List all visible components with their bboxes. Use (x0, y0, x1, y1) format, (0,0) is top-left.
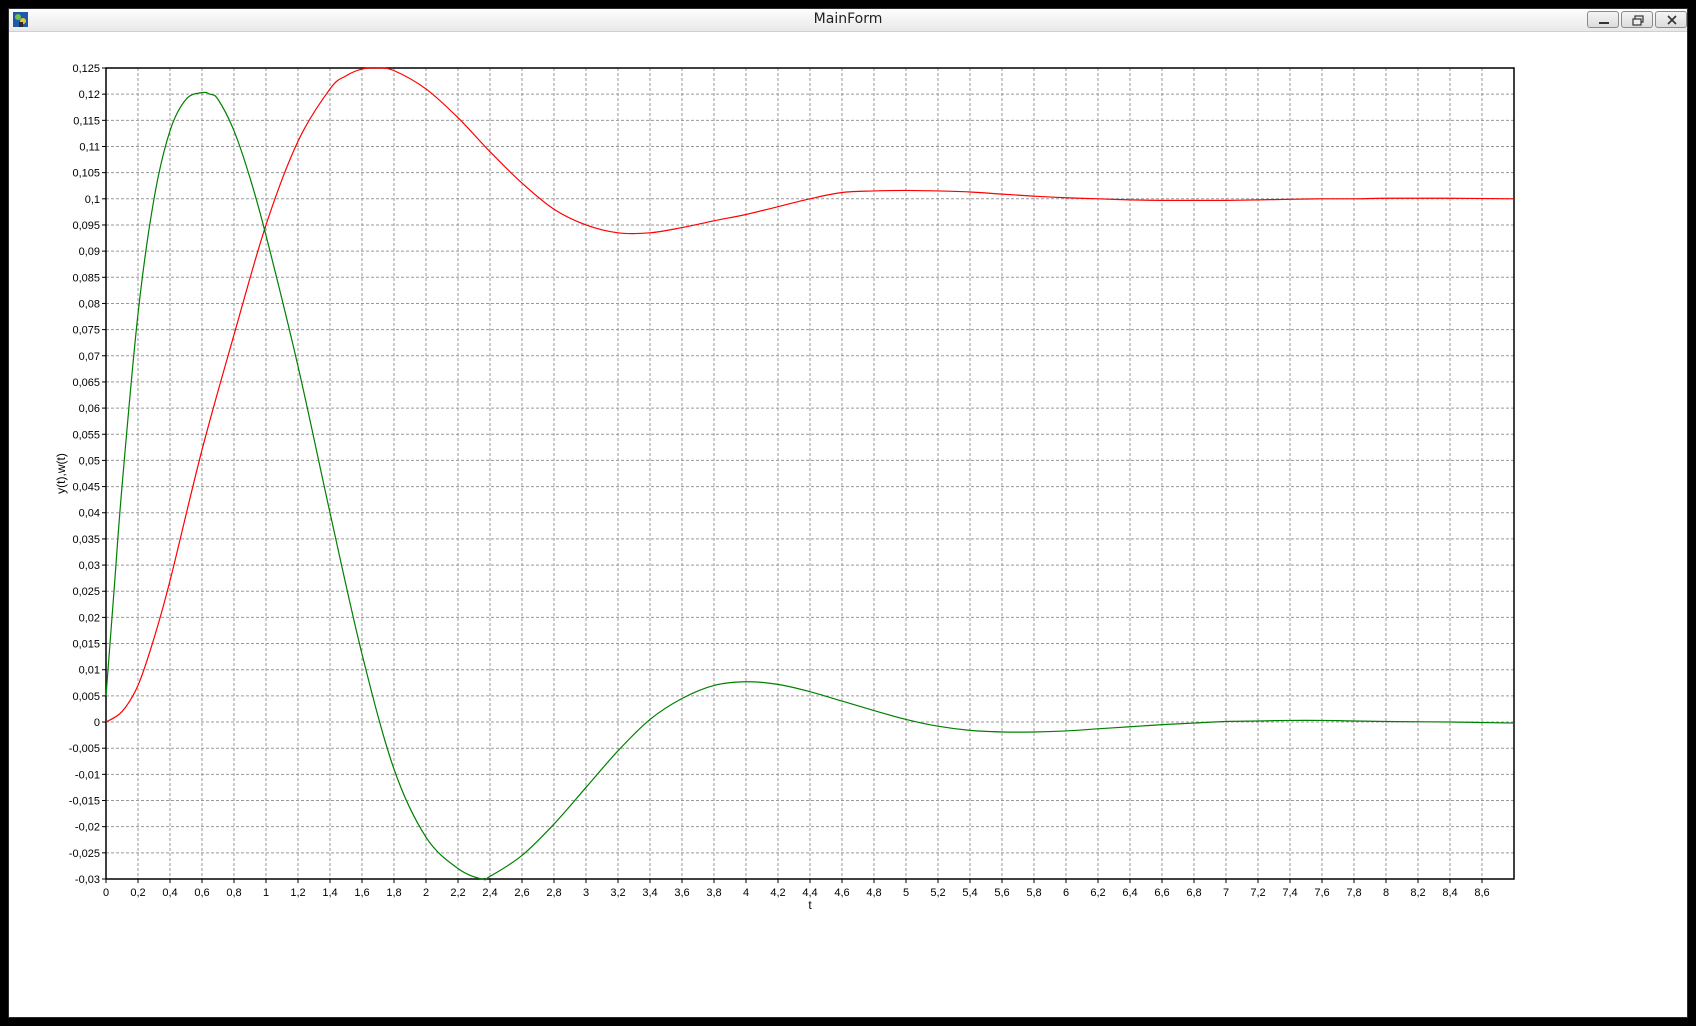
y-tick-label: 0,07 (79, 351, 100, 363)
x-tick-label: 1,4 (322, 887, 337, 899)
x-tick-label: 6,6 (1154, 887, 1169, 899)
y-tick-label: 0,05 (79, 455, 100, 467)
x-tick-label: 4,2 (770, 887, 785, 899)
x-tick-label: 0,2 (130, 887, 145, 899)
y-tick-label: 0,03 (79, 560, 100, 572)
x-tick-label: 2,2 (450, 887, 465, 899)
x-axis: 0 0,2 0,4 0,6 0,8 1 1,2 1,4 1,6 1,8 2 2,2 2,4 2,6 2,8 3… (103, 879, 1490, 899)
x-tick-label: 2 (423, 887, 429, 899)
x-tick-label: 0 (103, 887, 109, 899)
x-tick-label: 6,8 (1186, 887, 1201, 899)
y-tick-label: 0,09 (79, 246, 100, 258)
y-tick-label: 0,025 (72, 586, 100, 598)
x-tick-label: 6,2 (1090, 887, 1105, 899)
x-tick-label: 3 (583, 887, 589, 899)
close-icon (1667, 15, 1677, 25)
y-tick-label: 0,095 (72, 220, 100, 232)
y-tick-label: 0,015 (72, 639, 100, 651)
x-tick-label: 7,2 (1250, 887, 1265, 899)
window-title: MainForm (813, 11, 883, 27)
y-tick-label: 0,065 (72, 377, 100, 389)
x-tick-label: 7,8 (1346, 887, 1361, 899)
x-tick-label: 1,2 (290, 887, 305, 899)
x-tick-label: 8,4 (1442, 887, 1457, 899)
restore-icon (1632, 15, 1644, 26)
y-tick-label: 0,105 (72, 168, 100, 180)
x-tick-label: 3,2 (610, 887, 625, 899)
x-tick-label: 5,2 (930, 887, 945, 899)
y-tick-label: -0,02 (75, 822, 100, 834)
minimize-button[interactable] (1587, 11, 1619, 28)
close-button[interactable] (1655, 11, 1687, 28)
minimize-icon (1599, 22, 1609, 24)
x-tick-label: 4,6 (834, 887, 849, 899)
y-axis: -0,03 -0,025 -0,02 -0,015 -0,01 -0,005 0 0,005 0… (69, 63, 106, 886)
x-tick-label: 1,8 (386, 887, 401, 899)
y-tick-label: 0,12 (79, 89, 100, 101)
y-tick-label: 0,1 (85, 194, 100, 206)
x-tick-label: 2,4 (482, 887, 497, 899)
title-bar[interactable]: MainForm (9, 9, 1687, 32)
y-tick-label: 0,075 (72, 325, 100, 337)
y-tick-label: -0,01 (75, 769, 100, 781)
y-tick-label: 0,035 (72, 534, 100, 546)
x-axis-title: t (808, 898, 812, 912)
x-tick-label: 4,8 (866, 887, 881, 899)
chart: 0 0,2 0,4 0,6 0,8 1 1,2 1,4 1,6 1,8 2 2,2 2,4 2,6 2,8 3… (54, 63, 1515, 912)
y-tick-label: 0,02 (79, 612, 100, 624)
y-tick-label: -0,005 (69, 743, 100, 755)
x-tick-label: 8 (1383, 887, 1389, 899)
x-tick-label: 5,4 (962, 887, 977, 899)
x-tick-label: 3,6 (674, 887, 689, 899)
y-tick-label: 0,01 (79, 665, 100, 677)
x-tick-label: 0,8 (226, 887, 241, 899)
x-tick-label: 8,2 (1410, 887, 1425, 899)
y-tick-label: -0,025 (69, 848, 100, 860)
x-tick-label: 2,8 (546, 887, 561, 899)
y-tick-label: 0,005 (72, 691, 100, 703)
x-tick-label: 2,6 (514, 887, 529, 899)
x-tick-label: 7 (1223, 887, 1229, 899)
x-tick-label: 5,8 (1026, 887, 1041, 899)
x-tick-label: 1,6 (354, 887, 369, 899)
y-tick-label: 0,06 (79, 403, 100, 415)
x-tick-label: 6,4 (1122, 887, 1137, 899)
y-tick-label: -0,015 (69, 796, 100, 808)
x-tick-label: 7,6 (1314, 887, 1329, 899)
y-tick-label: 0,055 (72, 429, 100, 441)
y-axis-title: y(t),w(t) (54, 453, 68, 494)
x-tick-label: 5 (903, 887, 909, 899)
x-tick-label: 7,4 (1282, 887, 1297, 899)
y-tick-label: 0,125 (72, 63, 100, 75)
y-tick-label: 0,085 (72, 272, 100, 284)
grid (105, 67, 1514, 880)
y-tick-label: 0 (94, 717, 100, 729)
y-tick-label: 0,11 (79, 141, 100, 153)
y-tick-label: 0,115 (73, 115, 100, 127)
x-tick-label: 1 (263, 887, 269, 899)
main-window: MainForm 0 0,2 0,4 0,6 0,8 1 1,2 1,4 1,6 1,8 2 2,2 2… (8, 8, 1688, 1018)
x-tick-label: 3,8 (706, 887, 721, 899)
x-tick-label: 0,4 (162, 887, 177, 899)
restore-button[interactable] (1621, 11, 1653, 28)
y-tick-label: 0,04 (79, 508, 100, 520)
y-tick-label: -0,03 (75, 874, 100, 886)
x-tick-label: 5,6 (994, 887, 1009, 899)
x-tick-label: 8,6 (1474, 887, 1489, 899)
y-tick-label: 0,08 (79, 298, 100, 310)
x-tick-label: 4 (743, 887, 749, 899)
x-tick-label: 3,4 (642, 887, 657, 899)
x-tick-label: 0,6 (194, 887, 209, 899)
y-tick-label: 0,045 (72, 482, 100, 494)
x-tick-label: 6 (1063, 887, 1069, 899)
